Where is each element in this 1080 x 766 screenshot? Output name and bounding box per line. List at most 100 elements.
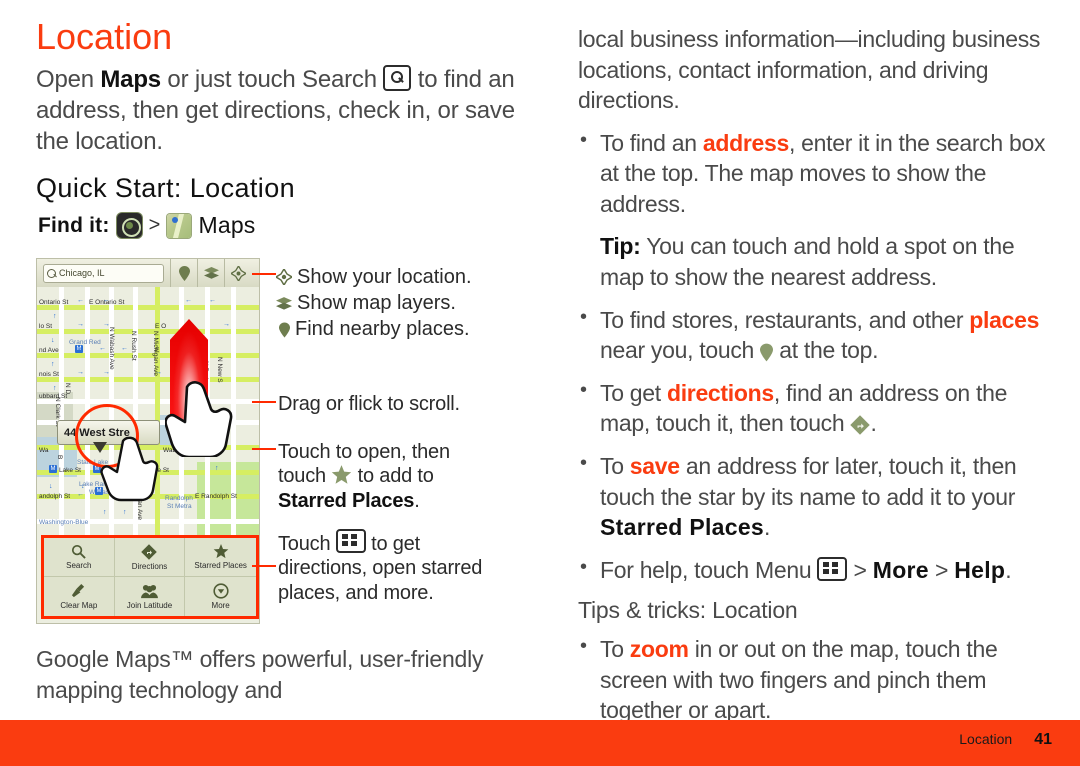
bullet-help: For help, touch Menu > More > Help.: [578, 554, 1060, 586]
bullet-text-post: .: [1005, 556, 1012, 583]
callout-text-a: touch: [278, 465, 332, 488]
callout-toolbar-group: Show your location. Show map layers. Fin…: [276, 264, 526, 342]
menu-item-label: Search: [66, 561, 92, 570]
pin-icon: [178, 265, 190, 281]
bullet-text-mid: near you, touch: [600, 337, 761, 364]
bullet-zoom: To zoom in or out on the map, touch the …: [578, 633, 1060, 726]
callout-touch-to-open: Touch to open, then touch to add to Star…: [278, 440, 518, 513]
hand-drag-icon: [165, 381, 233, 457]
callout-drag: Drag or flick to scroll.: [278, 392, 460, 416]
leader-line-toolbar: [252, 273, 276, 275]
maps-options-menu: Search Directions Starred Places Clear M…: [41, 535, 259, 619]
callout-find-places: Find nearby places.: [276, 316, 526, 342]
maps-app-icon: [167, 213, 192, 238]
bullet-text-post: at the top.: [773, 337, 879, 364]
bullet-text-pre: To: [600, 636, 630, 663]
phone-screenshot: Chicago, IL Ontario St E Ontario St lo S…: [36, 258, 260, 624]
bullet-places: To find stores, restaurants, and other p…: [578, 304, 1060, 366]
hand-touch-icon: [100, 436, 159, 502]
starred-places-label: Starred Places: [600, 514, 765, 541]
section-title: Quick Start: Location: [36, 173, 296, 204]
leader-line-drag: [252, 401, 276, 403]
callout-text-b: to add to: [352, 465, 434, 488]
closing-paragraph: Google Maps™ offers powerful, user-frien…: [36, 646, 484, 703]
pin-icon: [279, 322, 290, 338]
menu-item-more[interactable]: More: [185, 577, 256, 616]
find-places-button[interactable]: [170, 259, 197, 287]
find-it-line: Find it: > Maps: [38, 212, 528, 239]
layers-icon: [203, 266, 219, 279]
search-icon: [47, 268, 56, 278]
bullet-text-pre: To: [600, 452, 630, 479]
map-canvas[interactable]: Ontario St E Ontario St lo St E O nd Ave…: [37, 287, 259, 623]
menu-item-starred-places[interactable]: Starred Places: [185, 538, 256, 577]
leader-line-menu: [252, 565, 276, 567]
star-icon: [332, 465, 352, 485]
chevron-down-circle-icon: [213, 583, 229, 599]
search-input[interactable]: Chicago, IL: [43, 263, 164, 283]
callout-touch-menu: Touch to get directions, open starred pl…: [278, 529, 528, 605]
pin-icon: [760, 343, 774, 362]
tips-tricks-title: Tips & tricks: Location: [578, 597, 798, 624]
app-launcher-icon: [116, 213, 142, 239]
bullet-text-post: .: [764, 514, 771, 541]
bullet-text-pre: For help, touch Menu: [600, 556, 818, 583]
page-title: Location: [36, 16, 173, 57]
manual-page: Location Open Maps or just touch Search …: [0, 0, 1080, 766]
bullet-save: To save an address for later, touch it, …: [578, 450, 1060, 543]
callout-line-3: Starred Places.: [278, 489, 518, 513]
layers-icon: [276, 297, 292, 310]
menu-item-label: Directions: [131, 561, 168, 571]
bullet-address: To find an address, enter it in the sear…: [578, 127, 1060, 220]
menu-item-join-latitude[interactable]: Join Latitude: [115, 577, 186, 616]
menu-item-search[interactable]: Search: [44, 538, 115, 577]
menu-item-directions[interactable]: Directions: [114, 538, 186, 577]
starred-places-bold: Starred Places: [278, 489, 415, 512]
callout-line-2: directions, open starred: [278, 557, 483, 580]
callout-line-3: places, and more.: [278, 581, 434, 604]
find-it-app-name: Maps: [198, 212, 256, 239]
menu-item-label: More: [211, 601, 230, 610]
map-layers-button[interactable]: [197, 259, 224, 287]
menu-icon: [817, 556, 848, 581]
left-column: Location Open Maps or just touch Search …: [36, 16, 528, 703]
bullet-text-pre: To get: [600, 379, 667, 406]
intro-paragraph: Open Maps or just touch Search to find a…: [36, 64, 528, 158]
bullet-keyword: places: [969, 306, 1040, 333]
callout-line-1: Touch to open, then: [278, 441, 450, 463]
callout-text: Show your location.: [297, 266, 472, 288]
page-footer: Location 41: [0, 720, 1080, 766]
more-label: More: [872, 556, 929, 583]
search-input-value: Chicago, IL: [59, 268, 105, 278]
help-label: Help: [954, 556, 1006, 583]
my-location-icon: [276, 269, 292, 285]
broom-icon: [72, 583, 85, 598]
menu-item-label: Starred Places: [194, 561, 247, 570]
callout-text-b: to get: [365, 533, 420, 555]
right-column: local business information—including bus…: [578, 24, 1060, 738]
bullet-text-pre: To find an: [600, 129, 703, 156]
people-icon: [141, 584, 158, 598]
callout-show-layers: Show map layers.: [276, 290, 526, 316]
bullet-text-pre: To find stores, restaurants, and other: [600, 306, 970, 333]
continuation-paragraph: local business information—including bus…: [578, 26, 1041, 114]
bullet-keyword: zoom: [629, 636, 689, 663]
directions-icon: [850, 415, 871, 436]
callout-text: Find nearby places.: [295, 318, 470, 340]
menu-item-clear-map[interactable]: Clear Map: [44, 577, 115, 616]
footer-inner: Location 41: [959, 731, 1052, 749]
search-icon: [383, 64, 412, 91]
menu-item-label: Clear Map: [60, 601, 98, 610]
show-my-location-button[interactable]: [224, 259, 251, 287]
bullet-keyword: directions: [666, 379, 774, 406]
maps-toolbar: Chicago, IL: [37, 259, 259, 288]
directions-icon: [141, 543, 158, 560]
feature-bullet-list: To find an address, enter it in the sear…: [578, 127, 1060, 586]
tip-label: Tip:: [600, 233, 641, 260]
bullet-keyword: save: [629, 452, 680, 479]
leader-line-open: [252, 448, 276, 450]
footer-chapter: Location: [959, 731, 1013, 747]
callout-line-2: touch to add to: [278, 464, 518, 488]
find-it-separator: >: [148, 214, 161, 237]
search-icon: [72, 544, 87, 559]
